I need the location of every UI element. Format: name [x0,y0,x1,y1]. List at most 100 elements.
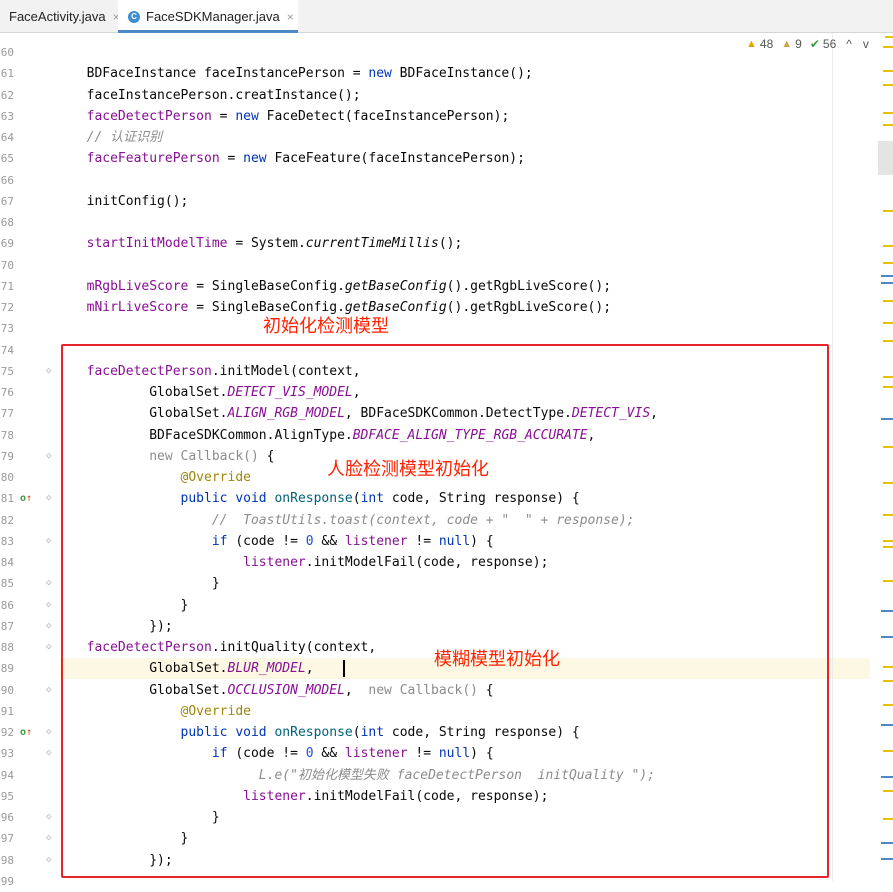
stripe-marker[interactable] [883,124,893,126]
code-line[interactable]: startInitModelTime = System.currentTimeM… [24,233,463,254]
typo-count: 56 [822,37,837,51]
warning-icon: ▲ [746,38,757,50]
stripe-marker[interactable] [883,514,893,516]
override-method-icon[interactable]: o↑ [20,488,32,509]
line-number: 76 [0,386,14,399]
stripe-marker[interactable] [883,112,893,114]
stripe-marker[interactable] [881,842,893,844]
line-number: 66 [0,173,14,187]
fold-marker-icon[interactable]: ◇ [46,531,51,552]
line-number: 69 [0,237,14,251]
stripe-marker[interactable] [883,790,893,792]
line-number: 89 [0,662,14,676]
stripe-marker[interactable] [883,262,893,264]
stripe-marker[interactable] [881,724,893,726]
stripe-marker[interactable] [883,540,893,542]
stripe-marker[interactable] [883,386,893,388]
stripe-marker[interactable] [883,245,893,247]
line-number: 73 [0,322,14,336]
line-number: 61 [0,67,14,81]
line-number: 91 [0,704,14,718]
fold-marker-icon[interactable]: ◇ [46,573,51,594]
stripe-marker[interactable] [883,84,893,86]
line-number: 67 [0,194,14,208]
stripe-marker[interactable] [881,636,893,638]
stripe-marker[interactable] [883,46,893,48]
line-number: 71 [0,279,14,293]
line-number: 60 [0,46,14,59]
editor-tab-bar: FaceActivity.java × C FaceSDKManager.jav… [0,0,893,33]
stripe-marker[interactable] [881,776,893,778]
line-number: 79 [0,449,14,463]
fold-marker-icon[interactable]: ◇ [46,722,51,743]
tab-face-sdk-manager-label: FaceSDKManager.java [146,9,280,24]
stripe-marker[interactable] [883,818,893,820]
stripe-marker[interactable] [885,36,893,38]
tab-face-activity[interactable]: FaceActivity.java × [0,0,120,33]
stripe-marker[interactable] [883,704,893,706]
line-number: 78 [0,428,14,442]
code-line[interactable]: BDFaceInstance faceInstancePerson = new … [24,63,533,84]
line-number-gutter[interactable]: 60 61 62 63 64 65 66 67 68 69 70 71 72 73 74 75 ◇ 76 77 78 7… [0,33,60,888]
stripe-marker[interactable] [881,858,893,860]
tab-face-sdk-manager[interactable]: C FaceSDKManager.java × [118,0,298,33]
right-margin-guide [832,33,833,881]
fold-marker-icon[interactable]: ◇ [46,743,51,764]
fold-marker-icon[interactable]: ◇ [46,637,51,658]
stripe-marker[interactable] [881,418,893,420]
fold-marker-icon[interactable]: ◇ [46,680,51,701]
line-number: 94 [0,768,14,782]
line-number: 82 [0,513,14,527]
line-number: 93 [0,747,14,761]
line-number: 72 [0,301,14,314]
line-number: 90 [0,683,14,697]
fold-marker-icon[interactable]: ◇ [46,616,51,637]
stripe-marker[interactable] [883,210,893,212]
inspection-widget[interactable]: ▲ 48 ▲ 9 ✔ 56 ^ v [746,35,869,53]
code-line[interactable]: mRgbLiveScore = SingleBaseConfig.getBase… [24,276,611,297]
stripe-marker[interactable] [883,70,893,72]
line-number: 96 [0,811,14,824]
error-stripe[interactable] [870,33,893,881]
java-class-icon: C [128,10,140,23]
line-number: 98 [0,853,14,867]
override-method-icon[interactable]: o↑ [20,722,32,743]
fold-marker-icon[interactable]: ◇ [46,850,51,871]
stripe-marker[interactable] [883,482,893,484]
stripe-marker[interactable] [883,376,893,378]
code-line[interactable]: faceFeaturePerson = new FaceFeature(face… [24,148,525,169]
stripe-marker[interactable] [883,580,893,582]
stripe-marker[interactable] [881,275,893,277]
line-number: 88 [0,641,14,654]
fold-marker-icon[interactable]: ◇ [46,361,51,382]
line-number: 87 [0,619,14,633]
previous-highlight-icon[interactable]: ^ [846,37,852,51]
line-number: 86 [0,598,14,612]
fold-marker-icon[interactable]: ◇ [46,488,51,509]
line-number: 99 [0,874,14,888]
fold-marker-icon[interactable]: ◇ [46,828,51,849]
scrollbar-thumb[interactable] [878,141,893,175]
code-line[interactable]: faceInstancePerson.creatInstance(); [24,85,361,106]
stripe-marker[interactable] [883,680,893,682]
line-number: 65 [0,152,14,166]
line-number: 62 [0,88,14,102]
stripe-marker[interactable] [883,446,893,448]
stripe-marker[interactable] [883,546,893,548]
stripe-marker[interactable] [883,750,893,752]
fold-marker-icon[interactable]: ◇ [46,807,51,828]
next-highlight-icon[interactable]: v [863,37,869,51]
line-number: 75 [0,364,14,378]
stripe-marker[interactable] [881,610,893,612]
close-icon[interactable]: × [287,10,294,24]
stripe-marker[interactable] [883,340,893,342]
stripe-marker[interactable] [883,300,893,302]
warning-count: 48 [759,37,774,51]
stripe-marker[interactable] [883,322,893,324]
code-line[interactable]: faceDetectPerson = new FaceDetect(faceIn… [24,106,510,127]
stripe-marker[interactable] [883,666,893,668]
fold-marker-icon[interactable]: ◇ [46,595,51,616]
fold-marker-icon[interactable]: ◇ [46,446,51,467]
line-number: 80 [0,471,14,484]
stripe-marker[interactable] [881,282,893,284]
